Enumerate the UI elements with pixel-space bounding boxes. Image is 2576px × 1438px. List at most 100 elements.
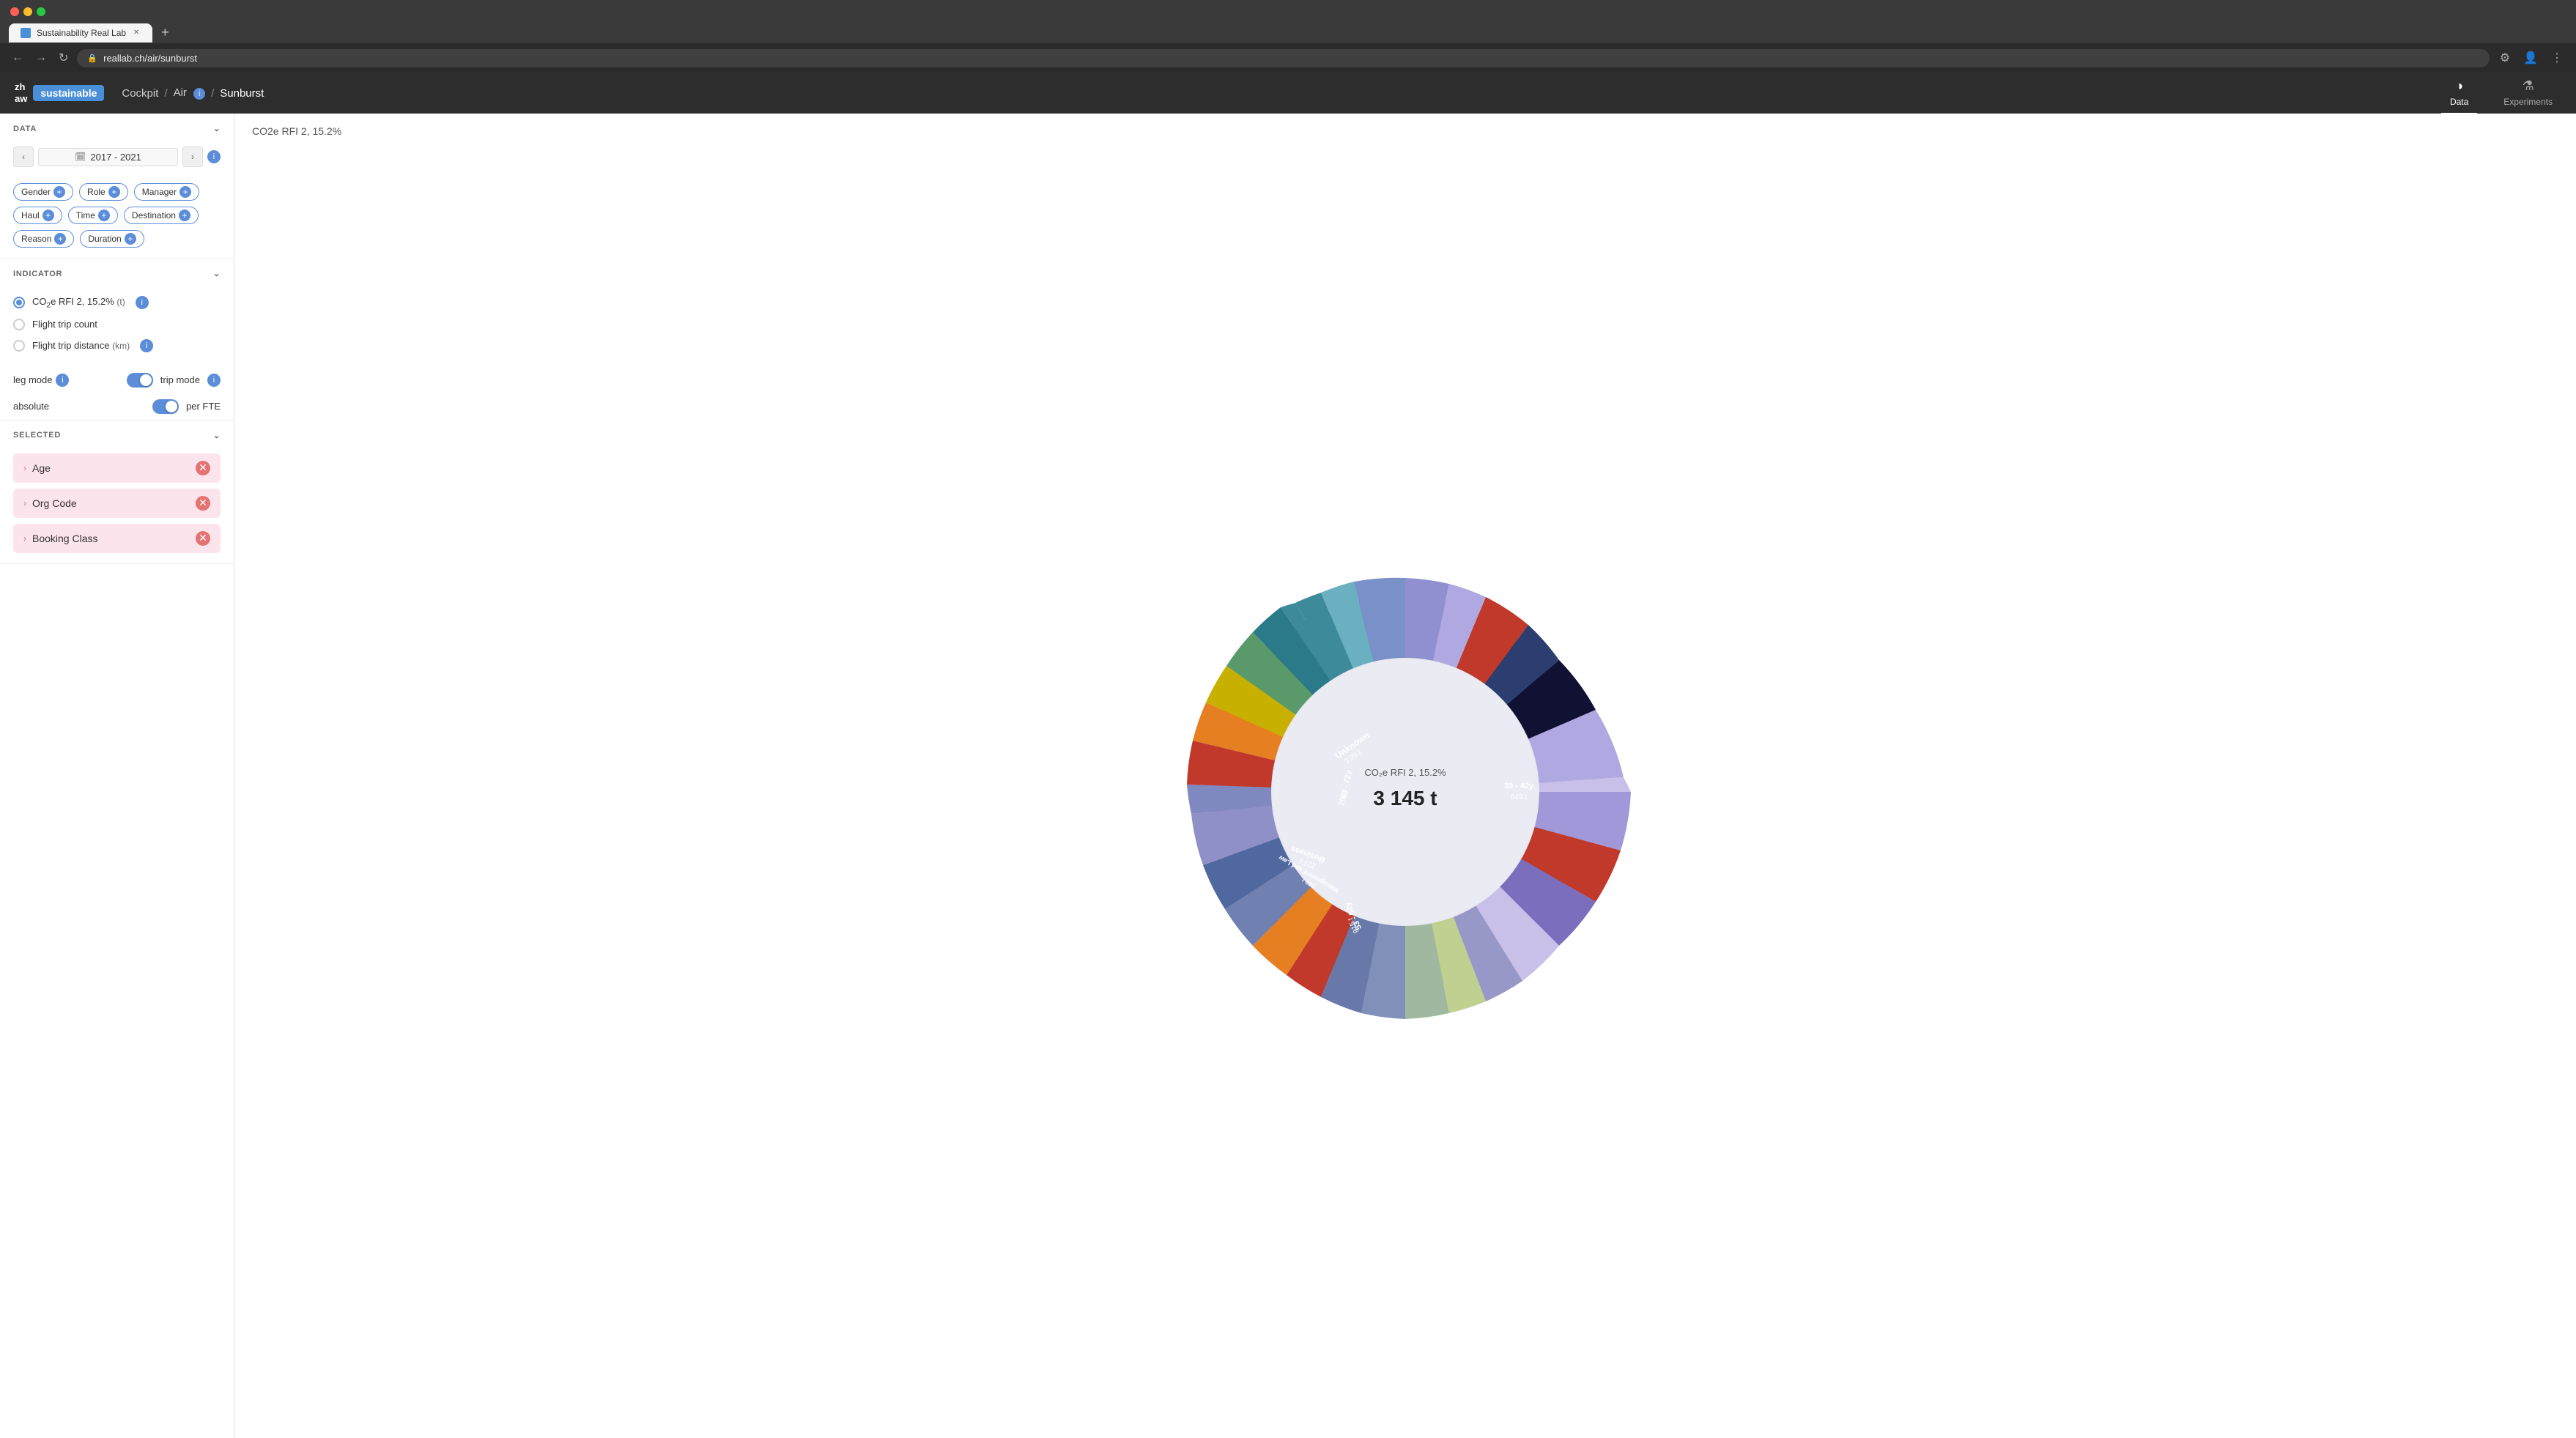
- filter-reason-add-icon[interactable]: +: [54, 233, 66, 245]
- selected-bookingclass-item[interactable]: › Booking Class ✕: [13, 524, 221, 553]
- filter-duration[interactable]: Duration +: [80, 230, 144, 248]
- nav-experiments-item[interactable]: ⚗ Experiments: [2495, 73, 2561, 114]
- selected-items-list: › Age ✕ › Org Code ✕ › Booking Class ✕: [0, 448, 234, 563]
- close-window-button[interactable]: [10, 7, 19, 16]
- filter-duration-label: Duration: [88, 234, 121, 244]
- radio-flight-count-circle: [13, 319, 25, 330]
- breadcrumb-air-link[interactable]: Air i: [174, 86, 206, 100]
- sunburst-svg: Unknown 3 29 t 63 - 72y 269 t Business 2…: [1127, 514, 1684, 1070]
- filter-haul[interactable]: Haul +: [13, 207, 62, 224]
- trip-mode-info-button[interactable]: i: [207, 374, 221, 387]
- center-label: CO₂e RFI 2, 15.2%: [1364, 767, 1446, 778]
- filter-reason[interactable]: Reason +: [13, 230, 74, 248]
- sunburst-chart: Unknown 3 29 t 63 - 72y 269 t Business 2…: [1127, 514, 1684, 1070]
- indicator-chevron-icon: ⌄: [213, 269, 221, 278]
- orgcode-remove-button[interactable]: ✕: [196, 496, 210, 511]
- indicator-options: CO2e RFI 2, 15.2% (t) i Flight trip coun…: [0, 286, 234, 367]
- indicator-section: INDICATOR ⌄ CO2e RFI 2, 15.2% (t) i Flig…: [0, 259, 234, 420]
- menu-button[interactable]: ⋮: [2547, 48, 2567, 67]
- filter-manager-add-icon[interactable]: +: [179, 186, 191, 198]
- date-prev-button[interactable]: ‹: [13, 147, 34, 167]
- indicator-co2e-label: CO2e RFI 2, 15.2% (t): [32, 296, 125, 310]
- filter-role-add-icon[interactable]: +: [108, 186, 120, 198]
- minimize-window-button[interactable]: [23, 7, 32, 16]
- data-section-label: DATA: [13, 125, 37, 133]
- bookingclass-expand-icon: ›: [23, 533, 26, 544]
- leg-mode-row: leg mode i trip mode i: [0, 367, 234, 393]
- selected-section-label: SELECTED: [13, 431, 61, 440]
- back-button[interactable]: ←: [9, 48, 26, 67]
- breadcrumb-current: Sunburst: [220, 87, 264, 100]
- filter-destination-add-icon[interactable]: +: [179, 210, 190, 221]
- leg-mode-toggle[interactable]: [127, 373, 153, 388]
- filter-gender[interactable]: Gender +: [13, 183, 73, 201]
- air-info-badge[interactable]: i: [193, 88, 205, 100]
- absolute-label: absolute: [13, 401, 145, 412]
- tab-favicon: [21, 28, 31, 38]
- profile-button[interactable]: 👤: [2519, 48, 2542, 67]
- filter-haul-label: Haul: [21, 210, 40, 220]
- selected-section: SELECTED ⌄ › Age ✕ › Org Code ✕ ›: [0, 420, 234, 564]
- nav-data-item[interactable]: ◑ Data: [2441, 73, 2477, 114]
- indicator-flight-count[interactable]: Flight trip count: [13, 314, 221, 335]
- new-tab-button[interactable]: +: [155, 22, 175, 43]
- reload-button[interactable]: ↻: [56, 48, 71, 68]
- radio-co2e-circle: [13, 297, 25, 308]
- sidebar: DATA ⌄ ‹ 🗓 2017 - 2021 › i Gender +: [0, 114, 234, 1438]
- date-info-button[interactable]: i: [207, 150, 221, 163]
- date-range-label: 2017 - 2021: [90, 152, 141, 163]
- filter-time-add-icon[interactable]: +: [98, 210, 110, 221]
- filter-manager[interactable]: Manager +: [134, 183, 199, 201]
- filter-role[interactable]: Role +: [79, 183, 128, 201]
- breadcrumb-cockpit-link[interactable]: Cockpit: [122, 87, 158, 100]
- filter-destination[interactable]: Destination +: [124, 207, 199, 224]
- bookingclass-remove-button[interactable]: ✕: [196, 531, 210, 546]
- calendar-icon: 🗓: [75, 152, 86, 162]
- filter-gender-label: Gender: [21, 187, 51, 197]
- absolute-toggle[interactable]: [152, 399, 179, 414]
- filter-role-label: Role: [87, 187, 106, 197]
- center-value: 3 145 t: [1373, 787, 1437, 809]
- selected-orgcode-item[interactable]: › Org Code ✕: [13, 489, 221, 518]
- indicator-section-header[interactable]: INDICATOR ⌄: [0, 259, 234, 286]
- url-input[interactable]: [103, 53, 2479, 64]
- maximize-window-button[interactable]: [37, 7, 45, 16]
- main-layout: DATA ⌄ ‹ 🗓 2017 - 2021 › i Gender +: [0, 114, 2576, 1438]
- top-nav-left: zh aw sustainable Cockpit / Air i / Sunb…: [15, 81, 264, 104]
- date-next-button[interactable]: ›: [182, 147, 203, 167]
- logo-sustainable: sustainable: [33, 85, 104, 101]
- selected-section-header[interactable]: SELECTED ⌄: [0, 420, 234, 448]
- filter-manager-label: Manager: [142, 187, 177, 197]
- logo: zh aw sustainable: [15, 81, 104, 104]
- filter-tags: Gender + Role + Manager + Haul +: [0, 177, 234, 258]
- selected-age-item[interactable]: › Age ✕: [13, 453, 221, 483]
- lock-icon: 🔒: [87, 53, 97, 63]
- age-remove-button[interactable]: ✕: [196, 461, 210, 475]
- filter-time[interactable]: Time +: [68, 207, 118, 224]
- filter-duration-add-icon[interactable]: +: [125, 233, 136, 245]
- breadcrumb-air-label: Air: [174, 86, 187, 99]
- indicator-flight-distance[interactable]: Flight trip distance (km) i: [13, 335, 221, 357]
- date-nav: ‹ 🗓 2017 - 2021 › i: [0, 141, 234, 177]
- trip-mode-label: trip mode: [160, 374, 200, 385]
- filter-gender-add-icon[interactable]: +: [53, 186, 65, 198]
- flight-distance-info-button[interactable]: i: [140, 339, 153, 352]
- filter-haul-add-icon[interactable]: +: [42, 210, 54, 221]
- active-tab[interactable]: Sustainability Real Lab ✕: [9, 23, 152, 42]
- filter-destination-label: Destination: [132, 210, 176, 220]
- address-bar-row: ← → ↻ 🔒 ⚙ 👤 ⋮: [0, 43, 2576, 73]
- logo-zh: zh aw: [15, 81, 27, 104]
- tab-bar: Sustainability Real Lab ✕ +: [0, 16, 2576, 43]
- selected-chevron-icon: ⌄: [213, 431, 221, 440]
- top-nav-right: ◑ Data ⚗ Experiments: [2441, 73, 2561, 114]
- indicator-co2e[interactable]: CO2e RFI 2, 15.2% (t) i: [13, 292, 221, 314]
- content-header: CO2e RFI 2, 15.2%: [234, 114, 2576, 146]
- forward-button[interactable]: →: [32, 48, 50, 67]
- url-bar[interactable]: 🔒: [77, 49, 2489, 67]
- data-section-header[interactable]: DATA ⌄: [0, 114, 234, 141]
- tab-close-button[interactable]: ✕: [132, 29, 141, 37]
- bookingclass-item-label: Booking Class: [32, 533, 196, 544]
- leg-mode-info-button[interactable]: i: [56, 374, 69, 387]
- extensions-button[interactable]: ⚙: [2495, 48, 2514, 67]
- co2e-info-button[interactable]: i: [136, 296, 149, 309]
